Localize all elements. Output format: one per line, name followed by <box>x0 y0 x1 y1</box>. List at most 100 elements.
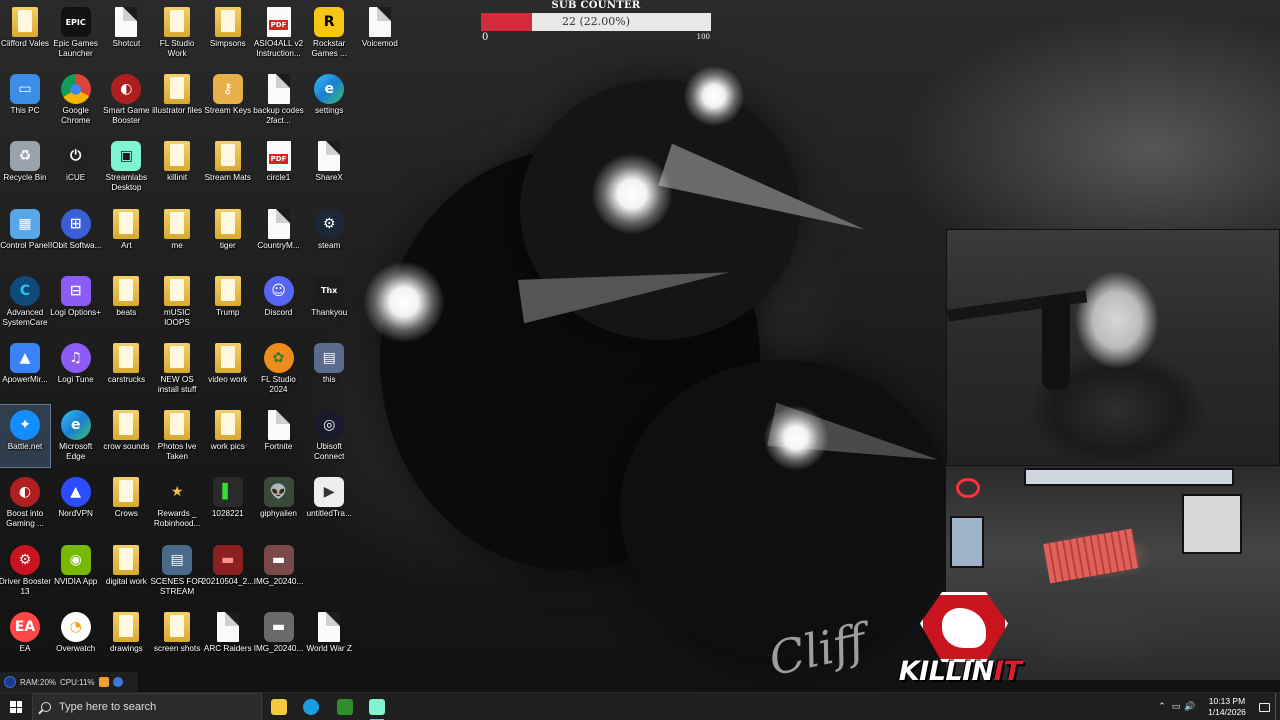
desktop-icon[interactable]: R Rockstar Games ... <box>304 2 354 64</box>
desktop-icon[interactable]: Stream Mats <box>203 136 253 198</box>
desktop-icon[interactable]: work pics <box>203 405 253 467</box>
desktop-icon[interactable]: 👽 giphyalien <box>254 472 304 534</box>
desktop-icon[interactable]: ⊟ Logi Options+ <box>50 271 101 333</box>
taskbar-app-button[interactable] <box>334 696 356 718</box>
desktop-icon[interactable]: ARC Raiders <box>203 607 253 669</box>
microphone-icon <box>1042 295 1070 390</box>
desktop-icon[interactable]: carstrucks <box>101 338 151 400</box>
desktop-icon[interactable]: Voicemod <box>355 2 405 64</box>
desktop-icon[interactable]: FL Studio Work <box>152 2 202 64</box>
start-button[interactable] <box>0 693 32 720</box>
image-icon: Thx <box>314 275 345 306</box>
desktop-icon[interactable]: e settings <box>304 69 354 131</box>
desktop-icon-label: this <box>322 375 336 384</box>
desktop-icon[interactable]: ShareX <box>304 136 354 198</box>
desktop-icon[interactable]: ✿ FL Studio 2024 <box>254 338 304 400</box>
volume-icon[interactable]: 🔊 <box>1183 702 1197 712</box>
desktop-icon[interactable]: Fortnite <box>254 405 304 467</box>
desktop-icon[interactable]: NEW OS install stuff <box>152 338 202 400</box>
desktop-icon[interactable]: tiger <box>203 204 253 266</box>
overwatch-icon: ◔ <box>60 611 91 642</box>
desktop-icon[interactable]: Crows <box>101 472 151 534</box>
desktop-icon[interactable]: e Microsoft Edge <box>51 405 101 467</box>
arrow-shortcut-icon[interactable] <box>112 677 123 687</box>
desktop-icon[interactable]: Simpsons <box>203 2 253 64</box>
desktop-icon[interactable]: ▭ This PC <box>0 69 50 131</box>
desktop-icon[interactable]: ▌ 1028221 <box>203 472 253 534</box>
desktop-icon[interactable]: ♻ Recycle Bin <box>0 136 50 198</box>
desktop-icon[interactable]: me <box>152 204 202 266</box>
document-icon <box>318 611 341 642</box>
desktop-icon[interactable]: CountryM... <box>254 204 304 266</box>
desktop-icon[interactable]: World War Z <box>304 607 354 669</box>
desktop-icon[interactable]: Trump <box>203 271 253 333</box>
desktop-icon[interactable]: ▬ 20210504_2... <box>202 540 254 602</box>
desktop-icon[interactable]: backup codes 2fact... <box>253 69 304 131</box>
network-icon[interactable]: ▭ <box>1169 702 1183 712</box>
desktop-icon[interactable]: ▦ Control Panel <box>0 204 50 266</box>
desktop-icon[interactable]: PDF ASIO4ALL v2 Instruction... <box>254 2 304 64</box>
desktop-icon[interactable]: EA EA <box>0 607 50 669</box>
desktop-icon[interactable]: Shotcut <box>101 2 151 64</box>
desktop-icon[interactable]: ▬ IMG_20240... <box>254 607 304 669</box>
desktop-icon[interactable]: ♫ Logi Tune <box>51 338 101 400</box>
system-monitor: RAM:20% CPU:11% <box>0 672 138 692</box>
monitor-app-icon[interactable] <box>4 676 16 688</box>
desktop-icon[interactable]: ☺ Discord <box>254 271 304 333</box>
desktop-icon[interactable]: ◉ NVIDIA App <box>51 540 101 602</box>
desktop-icon[interactable]: ▲ NordVPN <box>51 472 101 534</box>
desktop-icon[interactable]: Clifford Vales <box>0 2 50 64</box>
desktop-icon[interactable]: video work <box>203 338 253 400</box>
taskbar-app-button[interactable] <box>366 696 388 720</box>
desktop-icon[interactable]: ⚷ Stream Keys <box>203 69 253 131</box>
desktop-icon-label: EA <box>19 643 31 653</box>
desktop-icon[interactable]: ▬ IMG_20240... <box>254 540 304 602</box>
desktop-icon[interactable]: ⚙ steam <box>304 204 354 266</box>
pdf-icon: PDF <box>266 141 291 172</box>
taskbar-app-button[interactable] <box>268 696 290 718</box>
desktop-icon[interactable]: screen shots <box>152 607 202 669</box>
desktop-icon-label: screen shots <box>153 643 201 653</box>
desktop-icon[interactable]: ▶ untitledTra... <box>304 472 354 534</box>
desktop-icon[interactable]: EPIC Epic Games Launcher <box>51 2 101 64</box>
desktop-icon[interactable]: digital work <box>101 540 151 602</box>
nvidia-icon: ◉ <box>60 544 91 575</box>
search-input[interactable] <box>59 701 249 713</box>
clock[interactable]: 10:13 PM 1/14/2026 <box>1201 696 1253 718</box>
desktop-icon[interactable]: killinit <box>152 136 202 198</box>
desktop-icon[interactable]: beats <box>101 271 151 333</box>
desktop-icon-label: 1028221 <box>211 509 244 519</box>
desktop-icon[interactable]: ◔ Overwatch <box>51 607 101 669</box>
desktop-icon[interactable]: ▤ this <box>304 338 354 400</box>
folder-shortcut-icon[interactable] <box>98 677 109 687</box>
desktop-icon[interactable]: PDF circle1 <box>254 136 304 198</box>
desktop-icon[interactable]: drawings <box>101 607 151 669</box>
desktop-icon[interactable]: Photos Ive Taken <box>152 405 202 467</box>
taskbar-search[interactable] <box>32 693 262 720</box>
desktop-icon[interactable]: ▤ SCENES FOR STREAM <box>150 540 204 602</box>
desktop-icon[interactable]: ● Google Chrome <box>51 69 101 131</box>
recycle-bin-icon: ♻ <box>10 141 40 172</box>
desktop-icon[interactable]: ◐ Boost into Gaming ... <box>0 472 50 534</box>
desktop-icon[interactable]: ⏻ iCUE <box>51 136 101 198</box>
sub-counter-min: 0 <box>482 32 489 43</box>
desktop-icon[interactable]: crow sounds <box>101 405 151 467</box>
desktop-icon[interactable]: ◐ Smart Game Booster <box>101 69 151 131</box>
taskbar-app-button[interactable] <box>300 696 322 718</box>
show-desktop-button[interactable] <box>1275 693 1280 720</box>
desktop-icon[interactable]: ⊞ IObit Softwa... <box>50 204 101 266</box>
desktop-icon[interactable]: illustrator files <box>152 69 202 131</box>
desktop-icon[interactable]: Thx Thankyou <box>304 271 354 333</box>
desktop-icon[interactable]: ✦ Battle.net <box>0 404 51 469</box>
desktop-icon[interactable]: ★ Rewards _ Robinhood... <box>152 472 202 534</box>
notification-button[interactable] <box>1253 693 1275 720</box>
desktop-icon[interactable]: C Advanced SystemCare <box>0 271 50 333</box>
logi-tune-icon: ♫ <box>60 343 91 373</box>
desktop-icon[interactable]: mUSIC lOOPS <box>152 271 202 333</box>
desktop-icon[interactable]: ◎ Ubisoft Connect <box>304 405 354 467</box>
desktop-icon[interactable]: ▲ ApowerMir... <box>0 338 50 400</box>
desktop-icon[interactable]: ▣ Streamlabs Desktop <box>101 136 151 198</box>
chevron-up-icon[interactable]: ⌃ <box>1155 702 1169 712</box>
desktop-icon[interactable]: ⚙ Driver Booster 13 <box>0 540 51 602</box>
desktop-icon[interactable]: Art <box>101 204 151 266</box>
